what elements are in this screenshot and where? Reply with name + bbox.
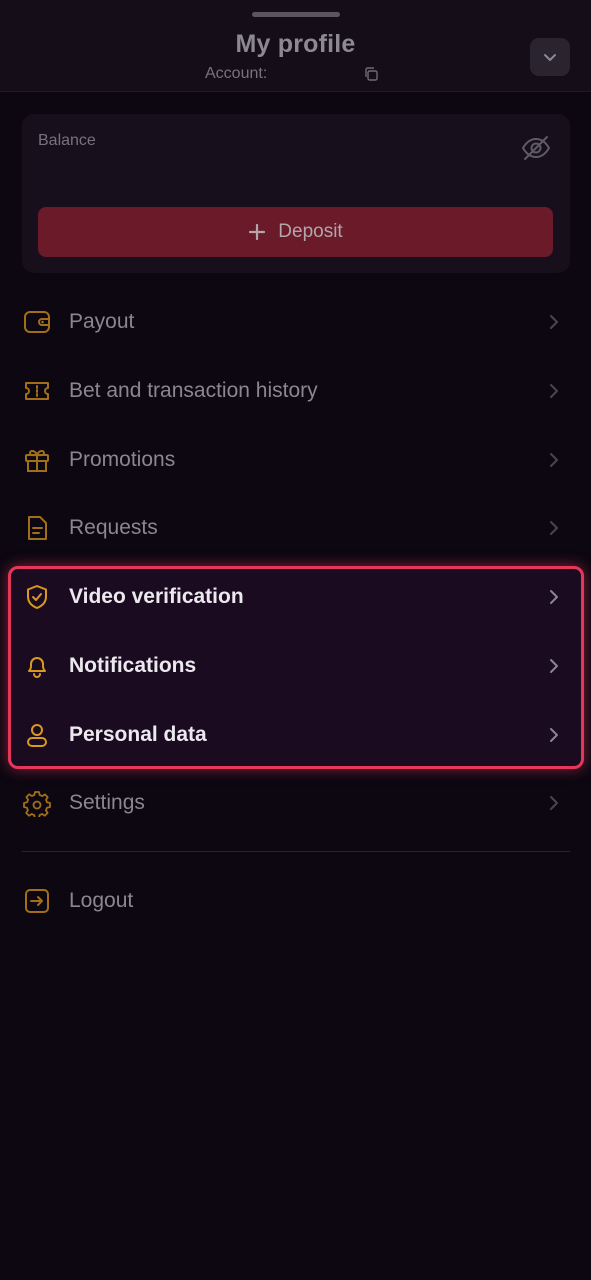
menu-item-personal-data[interactable]: Personal data bbox=[0, 700, 591, 769]
eye-off-icon[interactable] bbox=[520, 132, 552, 164]
logout-icon bbox=[22, 886, 52, 916]
profile-header: My profile Account: bbox=[0, 0, 591, 92]
user-icon bbox=[22, 720, 52, 750]
chevron-right-icon bbox=[550, 383, 558, 398]
menu-label-personal-data: Personal data bbox=[69, 722, 207, 746]
deposit-button[interactable]: Deposit bbox=[38, 207, 553, 257]
chevron-right-icon bbox=[550, 452, 558, 467]
menu-item-requests[interactable]: Requests bbox=[0, 493, 591, 562]
menu-item-settings[interactable]: Settings bbox=[0, 768, 591, 837]
wallet-icon bbox=[22, 307, 52, 337]
menu-label-notifications: Notifications bbox=[69, 653, 197, 677]
menu-item-history[interactable]: Bet and transaction history bbox=[0, 356, 591, 425]
chevron-right-icon bbox=[550, 658, 558, 673]
drag-handle[interactable] bbox=[252, 12, 340, 17]
account-row: Account: bbox=[205, 64, 378, 84]
menu-item-video-verification[interactable]: Video verification bbox=[0, 562, 591, 631]
menu-label-settings: Settings bbox=[69, 790, 145, 814]
collapse-button[interactable] bbox=[530, 38, 570, 76]
shield-check-icon bbox=[22, 582, 52, 612]
menu-label-promotions: Promotions bbox=[69, 447, 176, 471]
chevron-down-icon bbox=[544, 54, 556, 61]
document-icon bbox=[22, 513, 52, 543]
ticket-icon bbox=[22, 376, 52, 406]
plus-icon bbox=[249, 223, 266, 241]
menu-label-requests: Requests bbox=[69, 515, 158, 539]
menu-label-history: Bet and transaction history bbox=[69, 378, 318, 402]
chevron-right-icon bbox=[550, 314, 558, 329]
chevron-right-icon bbox=[550, 795, 558, 810]
chevron-right-icon bbox=[550, 520, 558, 535]
chevron-right-icon bbox=[550, 589, 558, 604]
menu-item-notifications[interactable]: Notifications bbox=[0, 631, 591, 700]
copy-icon[interactable] bbox=[363, 66, 379, 82]
balance-card: Balance Deposit bbox=[22, 114, 570, 273]
account-label: Account: bbox=[205, 65, 268, 82]
menu-item-promotions[interactable]: Promotions bbox=[0, 425, 591, 494]
menu-label-video-verification: Video verification bbox=[69, 584, 244, 608]
divider bbox=[22, 851, 570, 852]
profile-sheet: My profile Account: Balance Deposit Payo… bbox=[0, 0, 591, 1280]
menu-label-logout: Logout bbox=[69, 888, 134, 912]
gear-icon bbox=[22, 788, 52, 818]
menu-item-payout[interactable]: Payout bbox=[0, 287, 591, 356]
gift-icon bbox=[22, 445, 52, 475]
bell-icon bbox=[22, 651, 52, 681]
balance-label: Balance bbox=[38, 132, 96, 149]
menu-label-payout: Payout bbox=[69, 309, 135, 333]
logout-button[interactable]: Logout bbox=[0, 866, 591, 935]
page-title: My profile bbox=[235, 30, 356, 58]
deposit-label: Deposit bbox=[278, 221, 343, 242]
chevron-right-icon bbox=[550, 727, 558, 742]
